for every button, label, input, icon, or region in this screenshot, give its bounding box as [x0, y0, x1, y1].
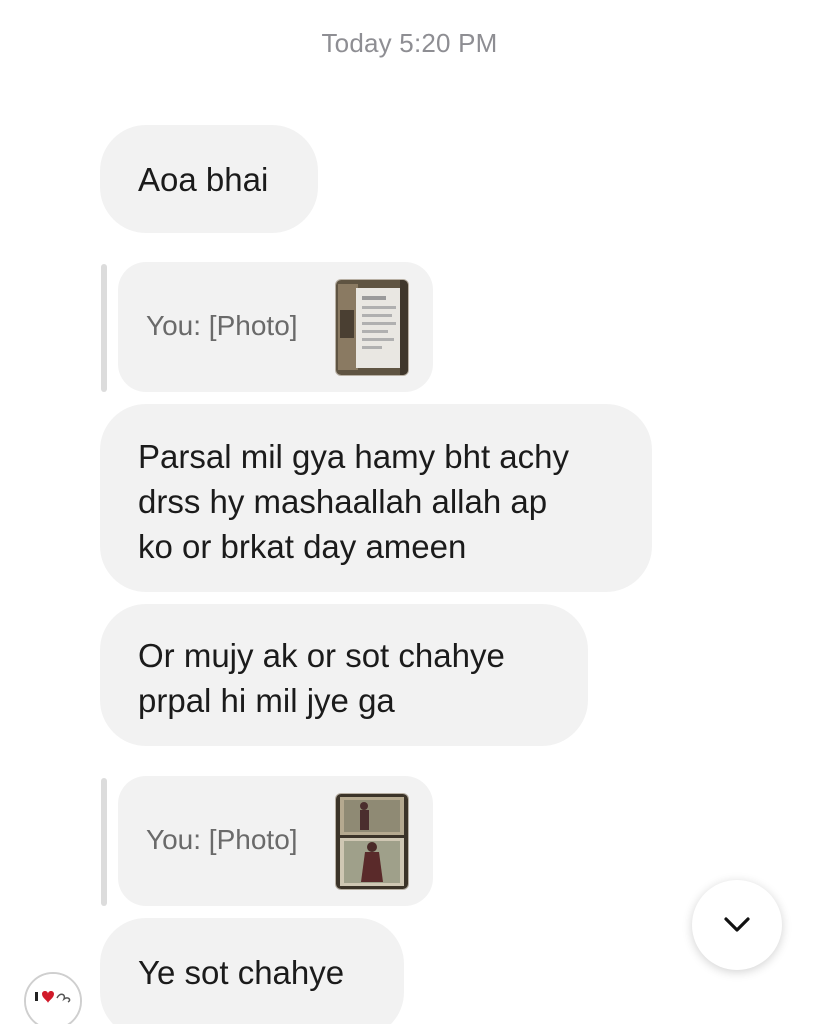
message-text-line: Parsal mil gya hamy bht achy [138, 438, 570, 475]
message-bubble[interactable]: Or mujy ak or sot chahye prpal hi mil jy… [100, 604, 588, 746]
reply-preview[interactable]: You: [Photo] [118, 776, 433, 906]
message-text-line: Or mujy ak or sot chahye [138, 637, 505, 674]
message-text: Ye sot chahye [138, 954, 345, 991]
reply-indicator-bar [101, 778, 107, 906]
message-text-line: prpal hi mil jye ga [138, 682, 395, 719]
message-bubble[interactable]: Ye sot chahye [100, 918, 404, 1024]
message-bubble[interactable]: Aoa bhai [100, 125, 318, 233]
chevron-down-icon [724, 917, 750, 932]
avatar-heart-icon [26, 974, 80, 1024]
chat-thread: Today 5:20 PM Aoa bhai You: [Photo] Pars… [0, 0, 819, 1024]
scroll-to-bottom-button[interactable] [692, 880, 782, 970]
message-bubble[interactable]: Parsal mil gya hamy bht achy drss hy mas… [100, 404, 652, 592]
reply-indicator-bar [101, 264, 107, 392]
message-text-line: drss hy mashaallah allah ap [138, 483, 548, 520]
avatar[interactable] [24, 972, 82, 1024]
photo-thumbnail-image [336, 794, 408, 889]
photo-thumbnail-image [336, 280, 408, 375]
photo-thumbnail[interactable] [335, 793, 409, 890]
reply-preview-text: You: [Photo] [146, 824, 298, 855]
message-timestamp: Today 5:20 PM [321, 28, 498, 58]
photo-thumbnail[interactable] [335, 279, 409, 376]
message-text-line: ko or brkat day ameen [138, 528, 467, 565]
reply-preview-text: You: [Photo] [146, 310, 298, 341]
reply-preview[interactable]: You: [Photo] [118, 262, 433, 392]
message-text: Aoa bhai [138, 160, 269, 198]
